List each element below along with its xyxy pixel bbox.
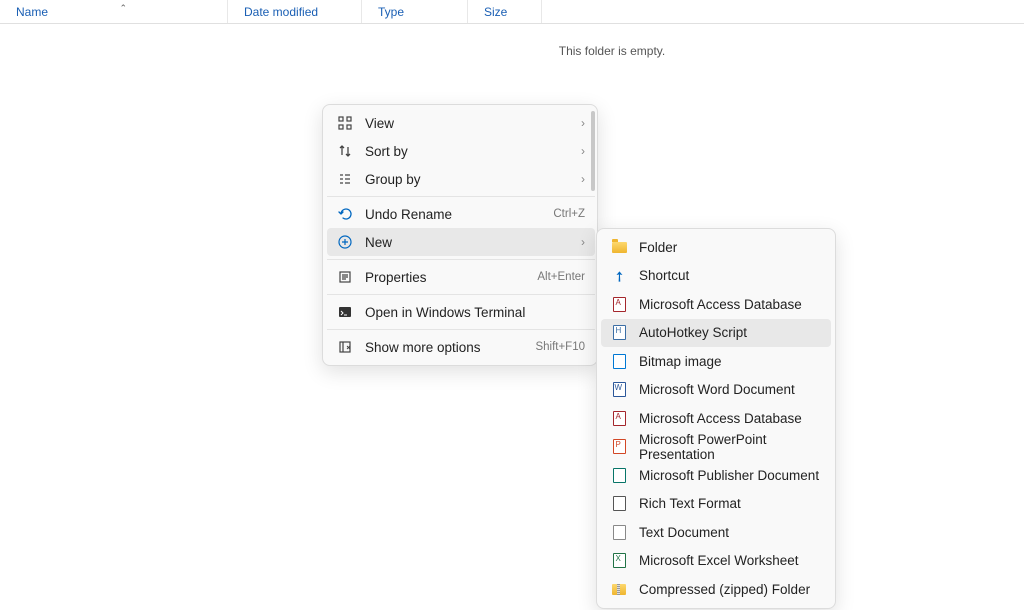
powerpoint-icon xyxy=(611,439,627,455)
sub-bitmap[interactable]: Bitmap image xyxy=(601,347,831,376)
chevron-right-icon: › xyxy=(581,116,585,130)
sub-powerpoint[interactable]: Microsoft PowerPoint Presentation xyxy=(601,433,831,462)
column-type[interactable]: Type xyxy=(362,0,468,23)
properties-icon xyxy=(337,269,353,285)
ctx-more-label: Show more options xyxy=(365,340,535,355)
chevron-right-icon: › xyxy=(581,172,585,186)
column-type-label: Type xyxy=(378,5,404,19)
chevron-right-icon: › xyxy=(581,144,585,158)
ctx-undo-shortcut: Ctrl+Z xyxy=(553,208,585,220)
column-name[interactable]: Name ⌃ xyxy=(0,0,228,23)
ctx-sort-label: Sort by xyxy=(365,144,575,159)
rtf-icon xyxy=(611,496,627,512)
sub-publisher-label: Microsoft Publisher Document xyxy=(639,468,819,483)
sub-shortcut[interactable]: ➚ Shortcut xyxy=(601,262,831,291)
folder-icon xyxy=(611,239,627,255)
sub-rtf-label: Rich Text Format xyxy=(639,496,741,511)
sub-shortcut-label: Shortcut xyxy=(639,268,689,283)
sub-publisher[interactable]: Microsoft Publisher Document xyxy=(601,461,831,490)
ctx-group[interactable]: Group by › xyxy=(327,165,595,193)
sub-rtf[interactable]: Rich Text Format xyxy=(601,490,831,519)
sub-txt-label: Text Document xyxy=(639,525,729,540)
sub-excel[interactable]: Microsoft Excel Worksheet xyxy=(601,547,831,576)
separator xyxy=(327,294,595,295)
ctx-more-options[interactable]: Show more options Shift+F10 xyxy=(327,333,595,361)
sub-zip[interactable]: Compressed (zipped) Folder xyxy=(601,575,831,604)
new-submenu: Folder ➚ Shortcut Microsoft Access Databa… xyxy=(596,228,836,609)
sub-access-1[interactable]: Microsoft Access Database xyxy=(601,290,831,319)
shortcut-icon: ➚ xyxy=(608,264,631,287)
sub-folder[interactable]: Folder xyxy=(601,233,831,262)
ctx-properties[interactable]: Properties Alt+Enter xyxy=(327,263,595,291)
sub-access-2-label: Microsoft Access Database xyxy=(639,411,802,426)
ctx-sort[interactable]: Sort by › xyxy=(327,137,595,165)
sub-word[interactable]: Microsoft Word Document xyxy=(601,376,831,405)
ctx-view-label: View xyxy=(365,116,575,131)
sub-folder-label: Folder xyxy=(639,240,677,255)
column-size[interactable]: Size xyxy=(468,0,542,23)
sub-powerpoint-label: Microsoft PowerPoint Presentation xyxy=(639,432,821,462)
bitmap-icon xyxy=(611,353,627,369)
ctx-undo[interactable]: Undo Rename Ctrl+Z xyxy=(327,200,595,228)
terminal-icon xyxy=(337,304,353,320)
chevron-right-icon: › xyxy=(581,235,585,249)
column-date[interactable]: Date modified xyxy=(228,0,362,23)
sub-bitmap-label: Bitmap image xyxy=(639,354,722,369)
sub-zip-label: Compressed (zipped) Folder xyxy=(639,582,810,597)
sub-autohotkey[interactable]: AutoHotkey Script xyxy=(601,319,831,348)
txt-icon xyxy=(611,524,627,540)
ctx-undo-label: Undo Rename xyxy=(365,207,553,222)
ctx-group-label: Group by xyxy=(365,172,575,187)
ctx-properties-shortcut: Alt+Enter xyxy=(537,271,585,283)
ctx-new-label: New xyxy=(365,235,575,250)
grid-icon xyxy=(337,115,353,131)
separator xyxy=(327,329,595,330)
undo-icon xyxy=(337,206,353,222)
publisher-icon xyxy=(611,467,627,483)
sub-autohotkey-label: AutoHotkey Script xyxy=(639,325,747,340)
column-headers: Name ⌃ Date modified Type Size xyxy=(0,0,1024,24)
ctx-view[interactable]: View › xyxy=(327,109,595,137)
sub-word-label: Microsoft Word Document xyxy=(639,382,795,397)
more-options-icon xyxy=(337,339,353,355)
zip-icon xyxy=(611,581,627,597)
excel-icon xyxy=(611,553,627,569)
ahk-icon xyxy=(611,325,627,341)
separator xyxy=(327,196,595,197)
sub-access-2[interactable]: Microsoft Access Database xyxy=(601,404,831,433)
plus-circle-icon xyxy=(337,234,353,250)
column-date-label: Date modified xyxy=(244,5,318,19)
sort-asc-icon: ⌃ xyxy=(119,3,127,14)
sort-icon xyxy=(337,143,353,159)
access-icon xyxy=(611,410,627,426)
group-icon xyxy=(337,171,353,187)
column-name-label: Name xyxy=(16,5,48,19)
ctx-properties-label: Properties xyxy=(365,270,537,285)
access-icon xyxy=(611,296,627,312)
empty-folder-label: This folder is empty. xyxy=(200,44,1024,58)
sub-txt[interactable]: Text Document xyxy=(601,518,831,547)
ctx-more-shortcut: Shift+F10 xyxy=(535,341,585,353)
ctx-new[interactable]: New › xyxy=(327,228,595,256)
ctx-terminal[interactable]: Open in Windows Terminal xyxy=(327,298,595,326)
sub-excel-label: Microsoft Excel Worksheet xyxy=(639,553,799,568)
column-size-label: Size xyxy=(484,5,507,19)
sub-access-1-label: Microsoft Access Database xyxy=(639,297,802,312)
ctx-terminal-label: Open in Windows Terminal xyxy=(365,305,585,320)
separator xyxy=(327,259,595,260)
word-icon xyxy=(611,382,627,398)
context-menu: View › Sort by › Group by › Undo Rename … xyxy=(322,104,598,366)
